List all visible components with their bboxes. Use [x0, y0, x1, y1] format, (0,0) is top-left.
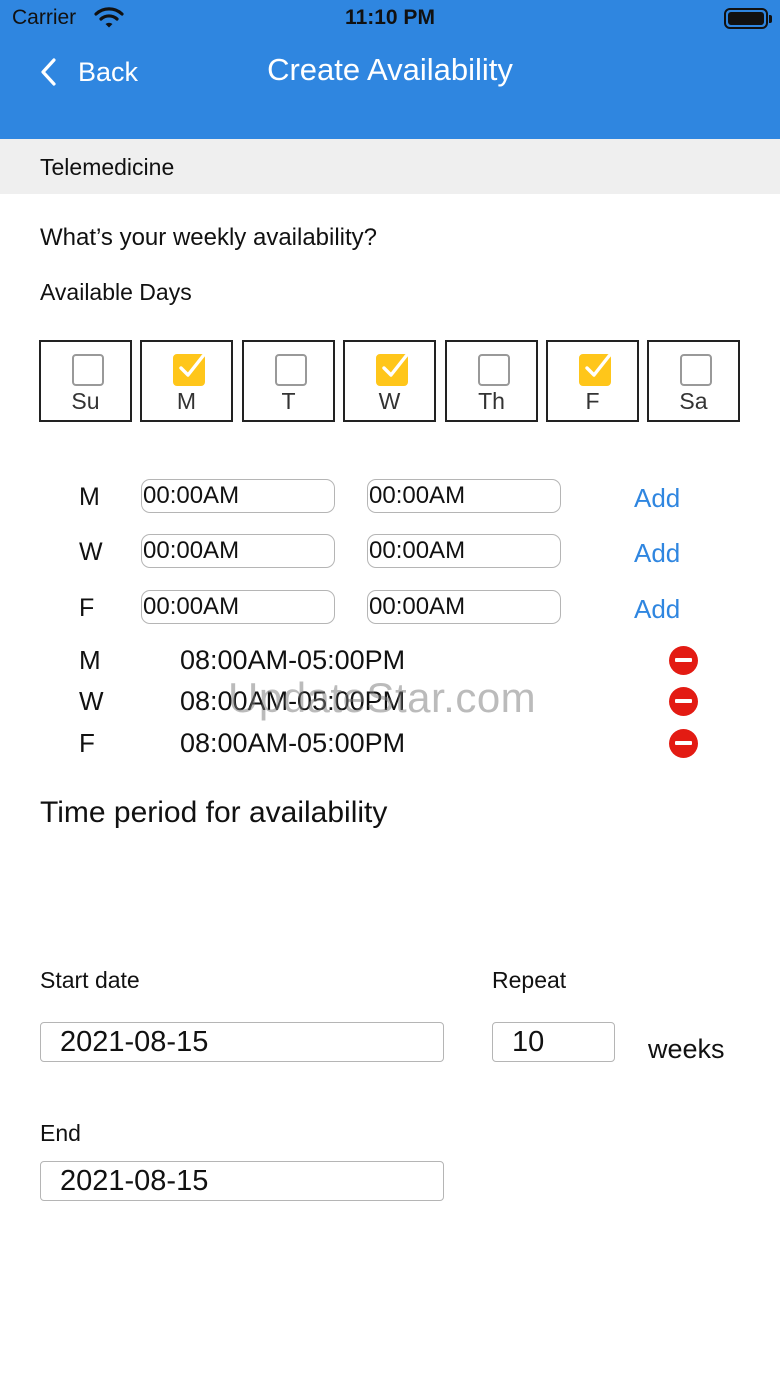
slot-day-label: M [79, 483, 100, 511]
start-date-label: Start date [40, 967, 140, 993]
day-label: F [585, 388, 600, 414]
add-slot-button[interactable]: Add [634, 594, 680, 625]
day-label: Th [478, 388, 505, 414]
repeat-label: Repeat [492, 967, 567, 993]
schedule-time-range: 08:00AM-05:00PM [180, 728, 406, 758]
watermark: UpdateStar.com [228, 674, 537, 721]
start-date-field[interactable]: 2021-08-15 [40, 1022, 444, 1062]
end-date-label: End [40, 1120, 81, 1146]
start-time-field[interactable]: 00:00AM [141, 590, 335, 624]
time-slot-row-f: F 00:00AM 00:00AM Add [0, 590, 780, 630]
time-period-title: Time period for availability [40, 796, 388, 829]
schedule-day-label: M [79, 645, 101, 675]
weeks-unit-label: weeks [648, 1034, 725, 1064]
day-toggle-f[interactable]: F [546, 340, 639, 422]
available-days-label: Available Days [40, 279, 192, 305]
day-label: Sa [679, 388, 708, 414]
schedule-day-label: W [79, 686, 104, 716]
checkbox-icon [72, 354, 104, 386]
repeat-weeks-field[interactable]: 10 [492, 1022, 615, 1062]
day-toggle-w[interactable]: W [343, 340, 436, 422]
checkbox-checked-icon [173, 354, 205, 386]
checkbox-icon [275, 354, 307, 386]
status-time: 11:10 PM [345, 6, 435, 29]
end-time-field[interactable]: 00:00AM [367, 534, 561, 568]
day-label: Su [71, 388, 100, 414]
add-slot-button[interactable]: Add [634, 538, 680, 569]
day-toggle-su[interactable]: Su [39, 340, 132, 422]
page-title: Create Availability [267, 52, 513, 87]
checkbox-checked-icon [579, 354, 611, 386]
schedule-day-label: F [79, 728, 95, 758]
slot-day-label: F [79, 594, 95, 622]
checkbox-checked-icon [376, 354, 408, 386]
end-time-field[interactable]: 00:00AM [367, 479, 561, 513]
day-toggle-t[interactable]: T [242, 340, 335, 422]
time-slot-row-w: W 00:00AM 00:00AM Add [0, 534, 780, 574]
section-title: Telemedicine [40, 154, 175, 180]
start-time-field[interactable]: 00:00AM [141, 534, 335, 568]
slot-day-label: W [79, 538, 103, 566]
schedule-row-f: F 08:00AM-05:00PM [0, 724, 780, 762]
day-label: W [378, 388, 401, 414]
day-label: T [281, 388, 296, 414]
weekly-availability-question: What’s your weekly availability? [40, 224, 378, 251]
day-label: M [176, 388, 197, 414]
day-toggle-sa[interactable]: Sa [647, 340, 740, 422]
battery-icon [724, 8, 772, 29]
start-time-field[interactable]: 00:00AM [141, 479, 335, 513]
remove-icon[interactable] [669, 729, 698, 758]
day-toggle-m[interactable]: M [140, 340, 233, 422]
remove-icon[interactable] [669, 687, 698, 716]
end-time-field[interactable]: 00:00AM [367, 590, 561, 624]
add-slot-button[interactable]: Add [634, 483, 680, 514]
schedule-time-range: 08:00AM-05:00PM [180, 645, 406, 675]
checkbox-icon [478, 354, 510, 386]
remove-icon[interactable] [669, 646, 698, 675]
navigation-bar: Carrier 11:10 PM Back Create Availabilit… [0, 0, 780, 139]
checkbox-icon [680, 354, 712, 386]
end-date-field[interactable]: 2021-08-15 [40, 1161, 444, 1201]
section-header: Telemedicine [0, 139, 780, 194]
day-toggle-th[interactable]: Th [445, 340, 538, 422]
time-slot-row-m: M 00:00AM 00:00AM Add [0, 479, 780, 519]
